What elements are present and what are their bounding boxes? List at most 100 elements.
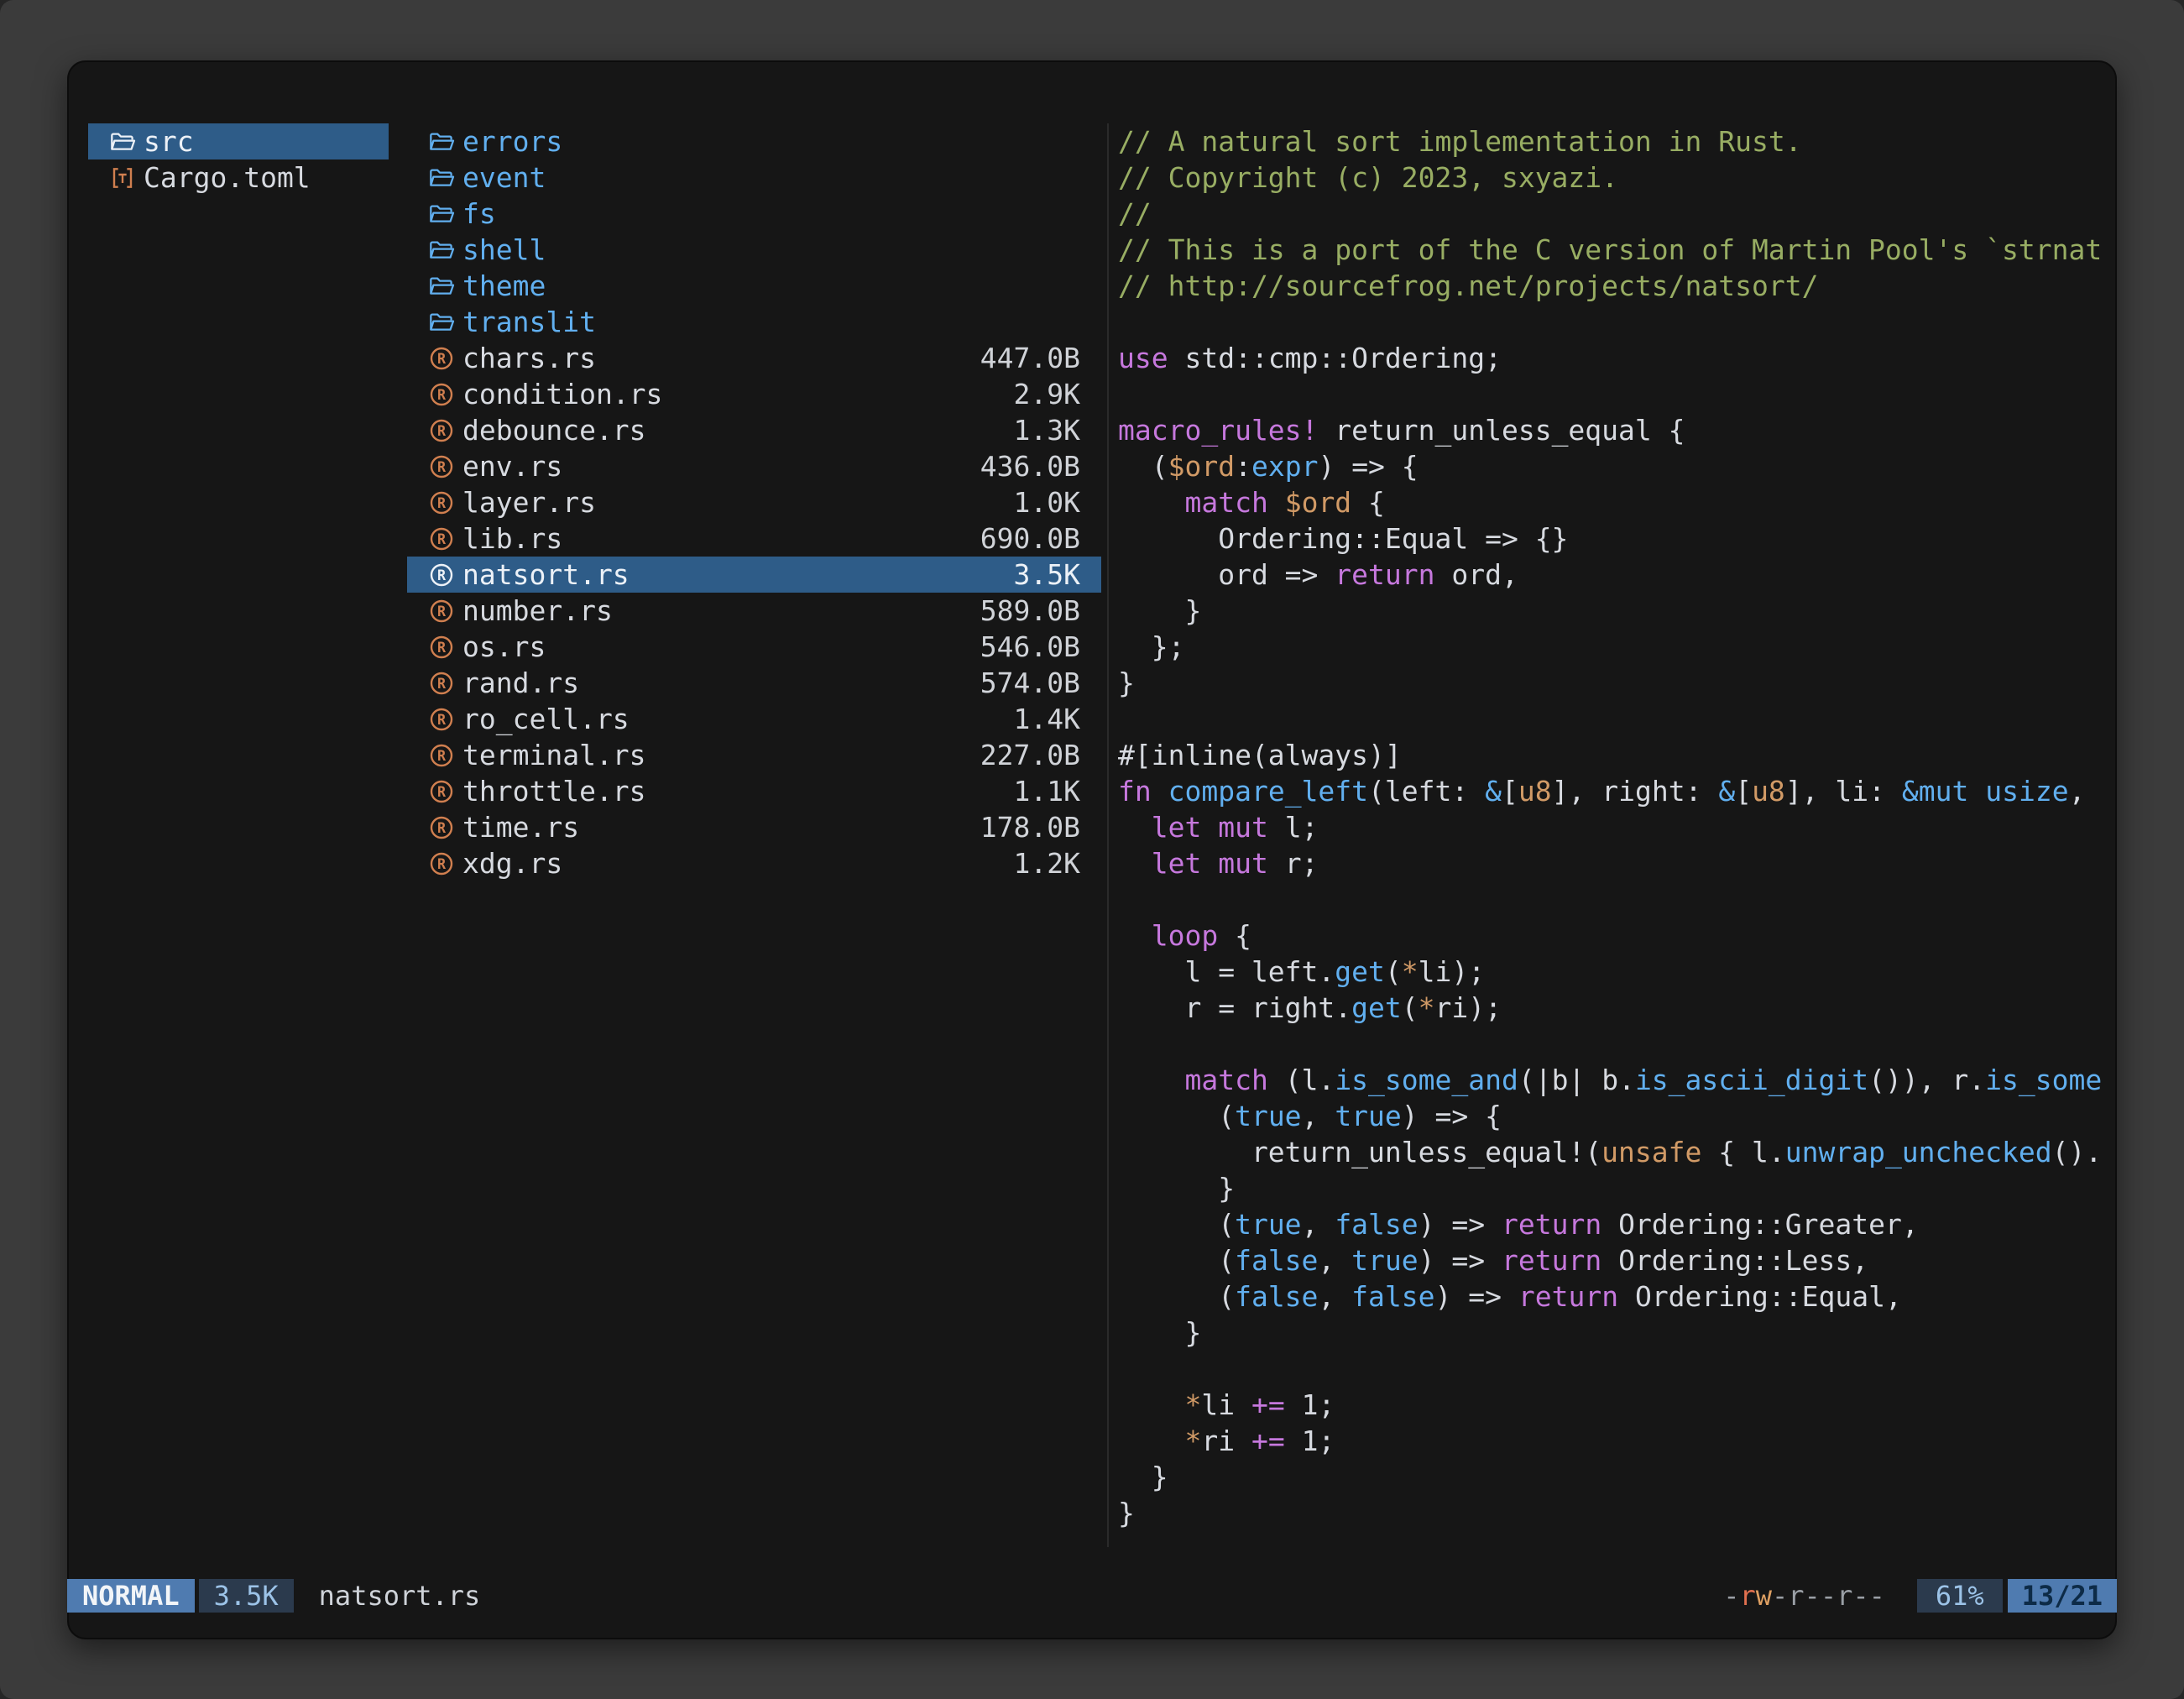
entry-label: xdg.rs: [462, 847, 562, 880]
code-line: return_unless_equal!(unsafe { l.unwrap_u…: [1118, 1134, 2117, 1170]
code-line: r = right.get(*ri);: [1118, 990, 2117, 1026]
file-row-throttle.rs[interactable]: Rthrottle.rs1.1K: [407, 773, 1101, 809]
entry-size: 436.0B: [980, 450, 1080, 483]
file-row-rand.rs[interactable]: Rrand.rs574.0B: [407, 665, 1101, 701]
entry-label: env.rs: [462, 450, 562, 483]
svg-text:R: R: [437, 603, 447, 619]
svg-text:R: R: [437, 494, 447, 510]
file-row-env.rs[interactable]: Renv.rs436.0B: [407, 448, 1101, 484]
entry-label: errors: [462, 125, 562, 158]
svg-text:R: R: [437, 747, 447, 763]
file-row-layer.rs[interactable]: Rlayer.rs 1.0K: [407, 484, 1101, 520]
entry-size: 546.0B: [980, 630, 1080, 663]
file-row-time.rs[interactable]: Rtime.rs 178.0B: [407, 809, 1101, 845]
code-line: match (l.is_some_and(|b| b.is_ascii_digi…: [1118, 1062, 2117, 1098]
code-line: //: [1118, 196, 2117, 232]
entry-size: 589.0B: [980, 594, 1080, 627]
code-line: #[inline(always)]: [1118, 737, 2117, 773]
rust-file-icon: R: [428, 706, 455, 733]
code-line: }: [1118, 593, 2117, 629]
entry-label: condition.rs: [462, 378, 662, 410]
entry-label: throttle.rs: [462, 775, 646, 808]
file-row-natsort.rs[interactable]: Rnatsort.rs3.5K: [407, 557, 1101, 593]
entry-label: src: [144, 125, 194, 158]
dir-row-shell[interactable]: shell: [407, 232, 1101, 268]
entry-label: layer.rs: [462, 486, 596, 519]
folder-icon: [109, 128, 136, 155]
file-row-ro_cell.rs[interactable]: Rro_cell.rs1.4K: [407, 701, 1101, 737]
code-line: [1118, 1351, 2117, 1387]
entry-label: os.rs: [462, 630, 546, 663]
entry-label: translit: [462, 306, 596, 338]
rust-file-icon: R: [428, 562, 455, 588]
code-line: let mut r;: [1118, 845, 2117, 881]
entry-label: ro_cell.rs: [462, 703, 630, 735]
code-line: // http://sourcefrog.net/projects/natsor…: [1118, 268, 2117, 304]
code-line: Ordering::Equal => {}: [1118, 520, 2117, 557]
code-line: }: [1118, 1170, 2117, 1206]
code-line: [1118, 376, 2117, 412]
code-line: use std::cmp::Ordering;: [1118, 340, 2117, 376]
dir-row-errors[interactable]: errors: [407, 123, 1101, 159]
file-row-chars.rs[interactable]: Rchars.rs447.0B: [407, 340, 1101, 376]
rust-file-icon: R: [428, 634, 455, 661]
entry-size: 178.0B: [980, 811, 1080, 844]
code-line: ($ord:expr) => {: [1118, 448, 2117, 484]
mode-badge: NORMAL: [67, 1579, 195, 1613]
code-line: };: [1118, 629, 2117, 665]
dir-row-fs[interactable]: fs: [407, 196, 1101, 232]
rust-file-icon: R: [428, 742, 455, 769]
folder-icon: [428, 201, 455, 227]
toml-file-icon: [109, 165, 136, 191]
entry-label: rand.rs: [462, 667, 579, 699]
svg-text:R: R: [437, 386, 447, 402]
file-row-debounce.rs[interactable]: Rdebounce.rs1.3K: [407, 412, 1101, 448]
file-size-badge: 3.5K: [199, 1579, 294, 1613]
file-row-xdg.rs[interactable]: Rxdg.rs 1.2K: [407, 845, 1101, 881]
preview-pane: // A natural sort implementation in Rust…: [1118, 123, 2117, 1540]
rust-file-icon: R: [428, 670, 455, 697]
code-line: [1118, 304, 2117, 340]
entry-size: 227.0B: [980, 739, 1080, 771]
code-line: }: [1118, 1495, 2117, 1531]
entry-size: 1.2K: [1014, 847, 1080, 880]
code-line: // This is a port of the C version of Ma…: [1118, 232, 2117, 268]
file-row-lib.rs[interactable]: Rlib.rs690.0B: [407, 520, 1101, 557]
entry-label: theme: [462, 269, 546, 302]
entry-size: 3.5K: [1014, 558, 1080, 591]
svg-text:R: R: [437, 783, 447, 799]
dir-row-event[interactable]: event: [407, 159, 1101, 196]
rust-file-icon: R: [428, 814, 455, 841]
dir-row-src[interactable]: src: [88, 123, 389, 159]
svg-text:R: R: [437, 639, 447, 655]
entry-label: time.rs: [462, 811, 579, 844]
file-row-Cargo.toml[interactable]: Cargo.toml: [88, 159, 389, 196]
position-badge: 13/21: [2008, 1579, 2117, 1613]
svg-text:R: R: [437, 531, 447, 546]
code-line: fn compare_left(left: &[u8], right: &[u8…: [1118, 773, 2117, 809]
code-line: // Copyright (c) 2023, sxyazi.: [1118, 159, 2117, 196]
file-row-number.rs[interactable]: Rnumber.rs589.0B: [407, 593, 1101, 629]
svg-text:R: R: [437, 855, 447, 871]
entry-label: fs: [462, 197, 496, 230]
rust-file-icon: R: [428, 525, 455, 552]
dir-row-translit[interactable]: translit: [407, 304, 1101, 340]
code-line: [1118, 1026, 2117, 1062]
parent-pane: srcCargo.toml: [88, 123, 389, 1540]
rust-file-icon: R: [428, 489, 455, 516]
code-line: (false, true) => return Ordering::Less,: [1118, 1242, 2117, 1278]
code-line: (true, true) => {: [1118, 1098, 2117, 1134]
svg-text:R: R: [437, 567, 447, 583]
rust-file-icon: R: [428, 345, 455, 372]
dir-row-theme[interactable]: theme: [407, 268, 1101, 304]
file-row-terminal.rs[interactable]: Rterminal.rs227.0B: [407, 737, 1101, 773]
entry-size: 1.0K: [1014, 486, 1080, 519]
code-line: l = left.get(*li);: [1118, 954, 2117, 990]
code-line: loop {: [1118, 917, 2117, 954]
svg-text:R: R: [437, 422, 447, 438]
file-row-os.rs[interactable]: Ros.rs 546.0B: [407, 629, 1101, 665]
file-row-condition.rs[interactable]: Rcondition.rs2.9K: [407, 376, 1101, 412]
current-pane: errorseventfsshelltheme translitRchars.rs…: [407, 123, 1101, 1540]
code-line: }: [1118, 1459, 2117, 1495]
file-manager-window: srcCargo.toml errorseventfsshelltheme tra…: [67, 60, 2117, 1639]
